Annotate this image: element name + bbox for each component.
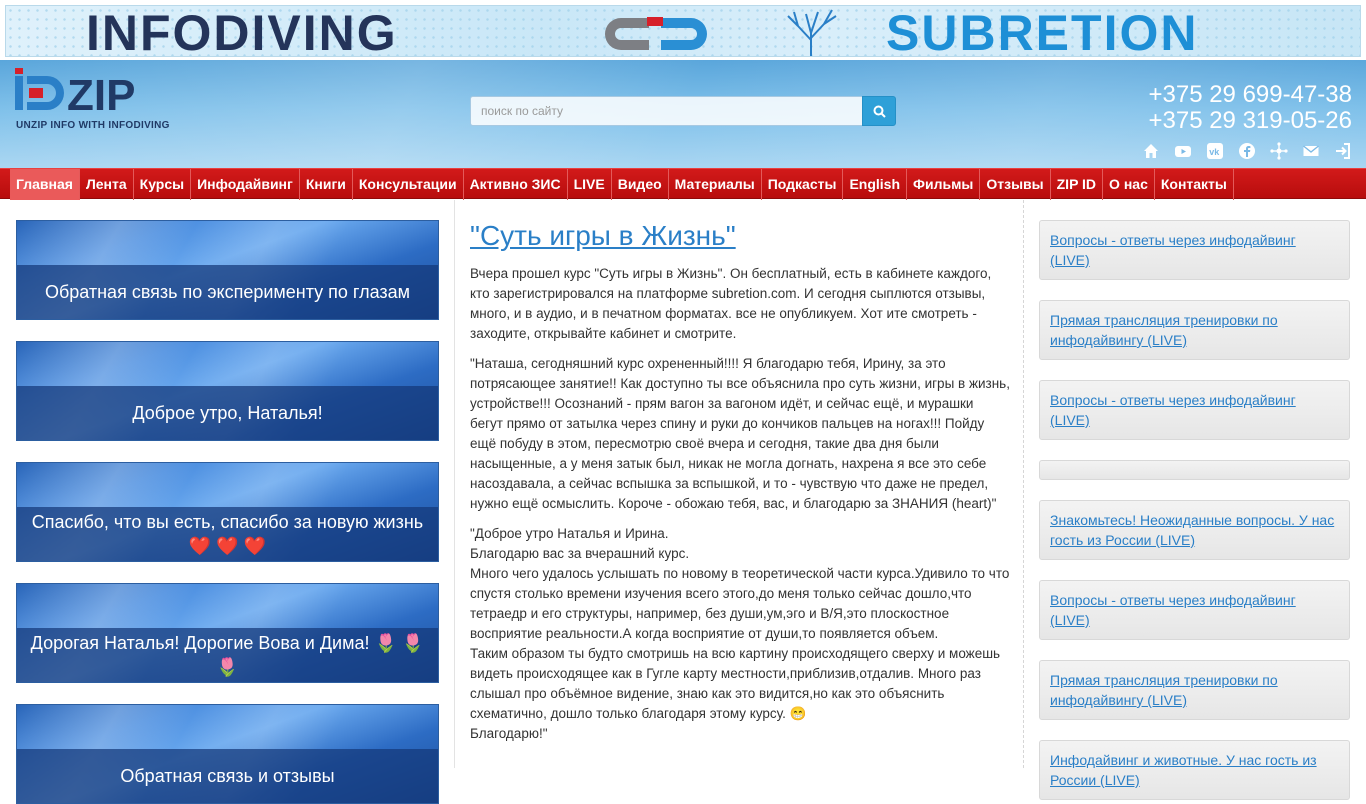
network-icon[interactable] — [1270, 142, 1288, 160]
nav-item[interactable]: Книги — [300, 169, 353, 200]
review-quote-2: "Доброе утро Наталья и Ирина. Благодарю … — [470, 524, 1010, 744]
sidebar-link[interactable]: Прямая трансляция тренировки по инфодайв… — [1050, 670, 1339, 710]
nav-item[interactable]: Курсы — [134, 169, 192, 200]
feature-title[interactable]: Обратная связь по эксперименту по глазам — [45, 280, 410, 304]
phone-number-1[interactable]: +375 29 699-47-38 — [1148, 82, 1352, 108]
column-divider — [454, 200, 455, 768]
sidebar-card: Вопросы - ответы через инфодайвинг (LIVE… — [1039, 220, 1350, 280]
sidebar-card: Прямая трансляция тренировки по инфодайв… — [1039, 660, 1350, 720]
nav-item[interactable]: Консультации — [353, 169, 464, 200]
feature-title[interactable]: Доброе утро, Наталья! — [132, 401, 322, 425]
search-button[interactable] — [862, 96, 896, 126]
sidebar-link[interactable]: Вопросы - ответы через инфодайвинг (LIVE… — [1050, 590, 1339, 630]
feature-card[interactable]: Обратная связь и отзывы — [16, 704, 439, 804]
sidebar-card: Вопросы - ответы через инфодайвинг (LIVE… — [1039, 580, 1350, 640]
sidebar-card: Прямая трансляция тренировки по инфодайв… — [1039, 300, 1350, 360]
hearts-emoji: ❤️ ❤️ ❤️ — [188, 536, 267, 556]
nav-item[interactable]: Активно ЗИС — [464, 169, 568, 200]
nav-item[interactable]: Отзывы — [980, 169, 1051, 200]
nav-item[interactable]: Инфодайвинг — [191, 169, 300, 200]
nav-item[interactable]: Контакты — [1155, 169, 1234, 200]
nav-item[interactable]: Видео — [612, 169, 669, 200]
review-line: Много чего удалось услышать по новому в … — [470, 566, 1010, 641]
nav-item[interactable]: LIVE — [568, 169, 612, 200]
logo-text: ZIP — [67, 71, 135, 120]
nav-item[interactable]: Главная — [10, 169, 80, 200]
vk-icon[interactable]: vk — [1206, 142, 1224, 160]
article-title[interactable]: "Суть игры в Жизнь" — [470, 218, 1010, 254]
feature-title[interactable]: Спасибо, что вы есть, спасибо за новую ж… — [32, 510, 423, 558]
feature-title-text: Спасибо, что вы есть, спасибо за новую ж… — [31, 512, 424, 532]
cd-logo-icon — [605, 17, 707, 50]
nav-item[interactable]: О нас — [1103, 169, 1155, 200]
feature-card[interactable]: Доброе утро, Наталья! — [16, 341, 439, 441]
main-navigation: Главная Лента Курсы Инфодайвинг Книги Консуль… — [0, 168, 1366, 200]
sidebar-card: Знакомьтесь! Неожиданные вопросы. У нас … — [1039, 500, 1350, 560]
feature-card[interactable]: Спасибо, что вы есть, спасибо за новую ж… — [16, 462, 439, 562]
featured-posts: Обратная связь по эксперименту по глазам… — [0, 200, 454, 804]
banner-infodiving-text: INFODIVING — [86, 5, 398, 57]
facebook-icon[interactable] — [1238, 142, 1256, 160]
sidebar-link[interactable]: Вопросы - ответы через инфодайвинг (LIVE… — [1050, 390, 1339, 430]
article-intro: Вчера прошел курс "Суть игры в Жизнь". О… — [470, 266, 992, 341]
phone-numbers: +375 29 699-47-38 +375 29 319-05-26 — [1148, 82, 1352, 134]
review-line: "Доброе утро Наталья и Ирина. — [470, 526, 669, 541]
sidebar-link[interactable]: Инфодайвинг и животные. У нас гость из Р… — [1050, 750, 1339, 790]
login-icon[interactable] — [1334, 142, 1352, 160]
review-line: Благодарю!" — [470, 726, 548, 741]
banner-subretion-text: SUBRETION — [886, 5, 1199, 57]
article: "Суть игры в Жизнь" Вчера прошел курс "С… — [470, 218, 1010, 768]
feature-caption: Доброе утро, Наталья! — [17, 386, 438, 440]
top-banner[interactable]: INFODIVING SUBRETION — [0, 0, 1366, 60]
phone-number-2[interactable]: +375 29 319-05-26 — [1148, 108, 1352, 134]
feature-caption: Спасибо, что вы есть, спасибо за новую ж… — [17, 507, 438, 561]
site-header: ZIP UNZIP INFO WITH INFODIVING +375 29 6… — [0, 60, 1366, 168]
search-input[interactable] — [470, 96, 863, 126]
home-icon[interactable] — [1142, 142, 1160, 160]
search-icon — [873, 105, 886, 118]
column-divider — [1023, 200, 1024, 768]
feature-card[interactable]: Дорогая Наталья! Дорогие Вова и Дима! 🌷 … — [16, 583, 439, 683]
youtube-icon[interactable] — [1174, 142, 1192, 160]
sidebar-card: Вопросы - ответы через инфодайвинг (LIVE… — [1039, 380, 1350, 440]
feature-caption: Обратная связь по эксперименту по глазам — [17, 265, 438, 319]
review-quote-1: "Наташа, сегодняшний курс охрененный!!!!… — [470, 356, 1010, 511]
logo-tagline: UNZIP INFO WITH INFODIVING — [16, 120, 170, 131]
svg-text:vk: vk — [1209, 147, 1220, 157]
review-line: Таким образом ты будто смотришь на всю к… — [470, 646, 1001, 721]
review-line: Благодарю вас за вчерашний курс. — [470, 546, 690, 561]
sidebar-card: Инфодайвинг и животные. У нас гость из Р… — [1039, 740, 1350, 800]
mail-icon[interactable] — [1302, 142, 1320, 160]
nav-item[interactable]: Лента — [80, 169, 134, 200]
sidebar-link[interactable]: Знакомьтесь! Неожиданные вопросы. У нас … — [1050, 510, 1339, 550]
nav-item[interactable]: ZIP ID — [1051, 169, 1104, 200]
sidebar-link[interactable]: Вопросы - ответы через инфодайвинг (LIVE… — [1050, 230, 1339, 270]
feature-caption: Обратная связь и отзывы — [17, 749, 438, 803]
tree-icon — [787, 9, 837, 56]
social-links: vk — [1142, 142, 1352, 160]
nav-item[interactable]: English — [843, 169, 908, 200]
sidebar-link[interactable]: Прямая трансляция тренировки по инфодайв… — [1050, 310, 1339, 350]
nav-list: Главная Лента Курсы Инфодайвинг Книги Консуль… — [10, 169, 1234, 200]
search-form — [470, 96, 896, 126]
feature-card[interactable]: Обратная связь по эксперименту по глазам — [16, 220, 439, 320]
nav-item[interactable]: Фильмы — [907, 169, 981, 200]
nav-item[interactable]: Подкасты — [762, 169, 844, 200]
feature-title[interactable]: Дорогая Наталья! Дорогие Вова и Дима! 🌷 … — [25, 631, 430, 679]
banner-image[interactable]: INFODIVING SUBRETION — [5, 5, 1361, 57]
feature-title-text: Дорогая Наталья! Дорогие Вова и Дима! — [30, 633, 370, 653]
feature-caption: Дорогая Наталья! Дорогие Вова и Дима! 🌷 … — [17, 628, 438, 682]
nav-item[interactable]: Материалы — [669, 169, 762, 200]
sidebar-card-empty — [1039, 460, 1350, 480]
